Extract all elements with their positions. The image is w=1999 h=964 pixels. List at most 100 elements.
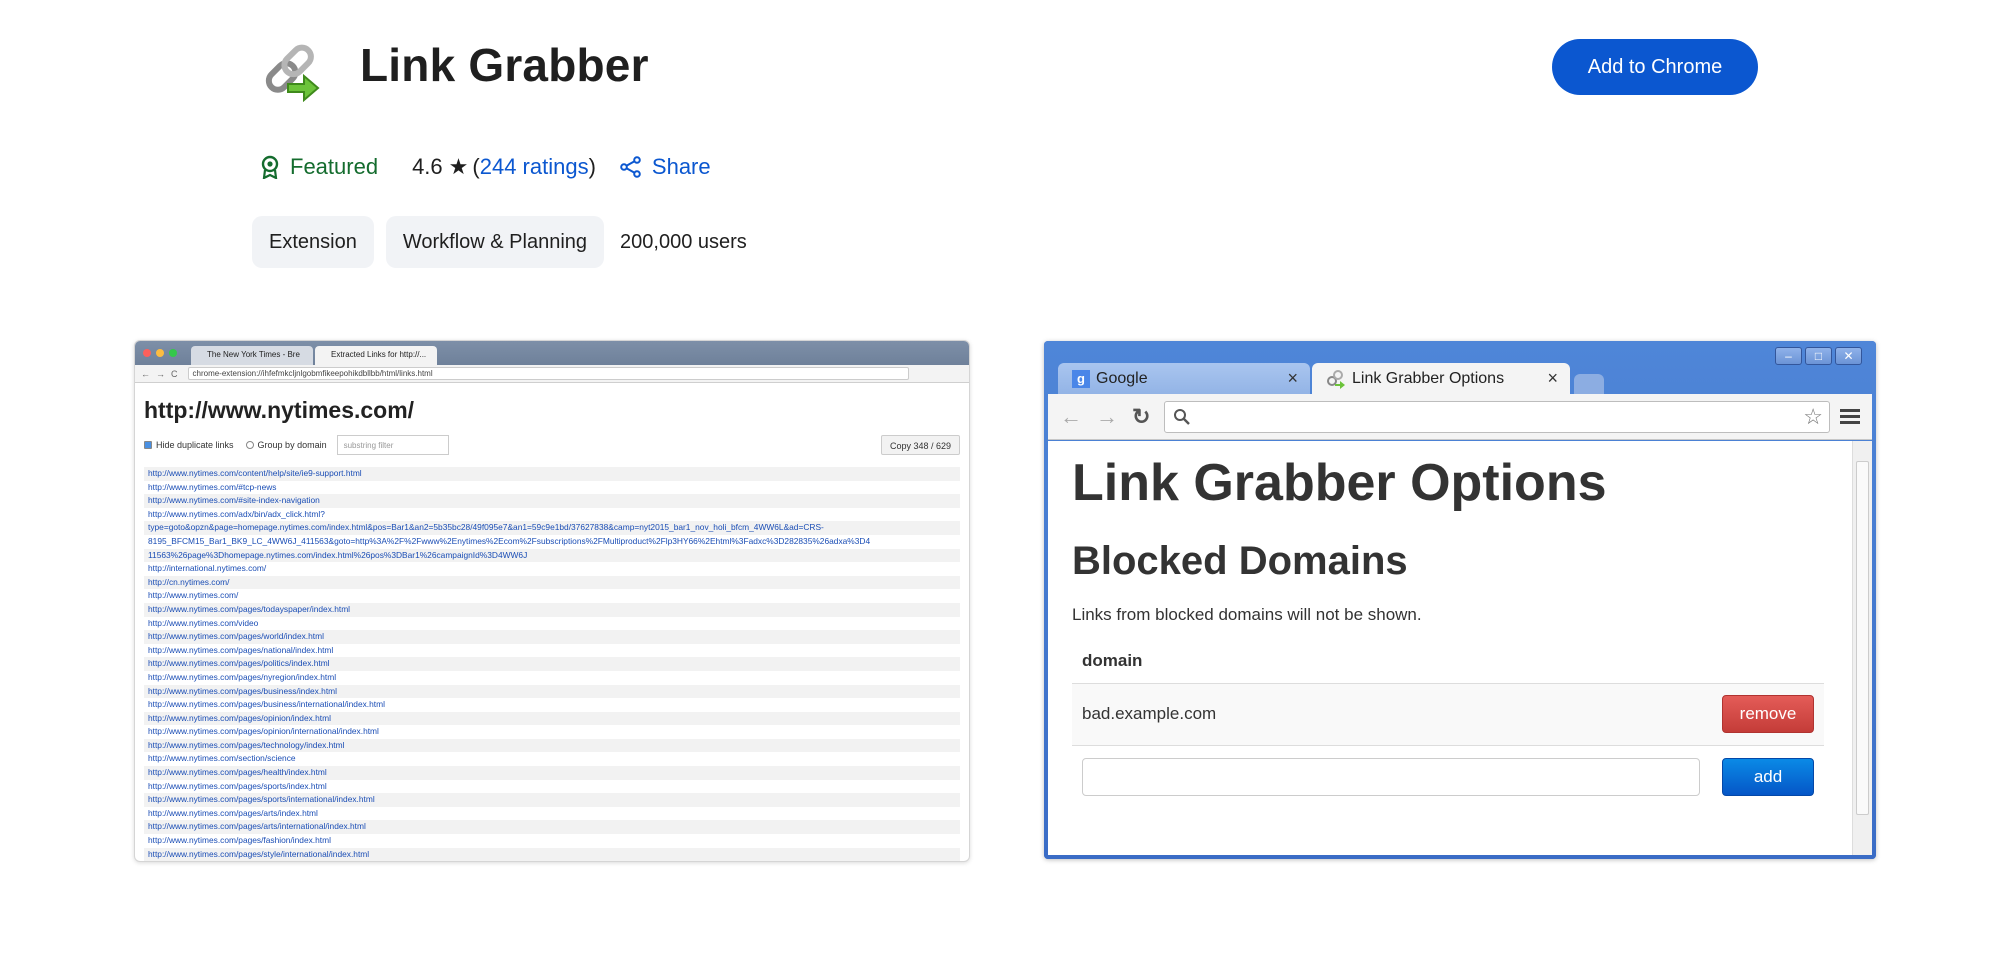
share-button[interactable]: Share xyxy=(620,154,711,180)
extension-title: Link Grabber xyxy=(360,39,649,91)
s1-page-body: http://www.nytimes.com/ Hide duplicate l… xyxy=(135,383,969,861)
copy-button: Copy 348 / 629 xyxy=(880,435,960,455)
featured-badge-icon xyxy=(261,155,279,179)
link-list-item: http://www.nytimes.com/pages/politics/in… xyxy=(144,657,960,671)
link-list-item: http://www.nytimes.com/pages/fashion/ind… xyxy=(148,835,331,846)
rating-close-paren: ) xyxy=(588,154,596,179)
hide-duplicates-checkbox xyxy=(144,441,152,449)
link-list-item: http://www.nytimes.com/pages/sports/inte… xyxy=(144,793,960,807)
link-list-item: http://www.nytimes.com/pages/world/index… xyxy=(144,630,960,644)
link-list-item: 11563%26page%3Dhomepage.nytimes.com/inde… xyxy=(144,548,960,563)
link-list-item: http://www.nytimes.com/content/help/site… xyxy=(144,467,960,481)
forward-icon: → xyxy=(1096,403,1118,429)
new-domain-input xyxy=(1082,758,1700,796)
s2-heading: Link Grabber Options xyxy=(1072,454,1607,512)
minimize-dot-icon xyxy=(156,349,164,357)
link-list-item: http://www.nytimes.com/pages/technology/… xyxy=(144,738,960,753)
screenshot-options-page[interactable]: – □ ✕ g Google × Link Grabber Options × … xyxy=(1044,341,1876,859)
tab-close-icon: × xyxy=(1287,368,1298,388)
link-list-item: http://www.nytimes.com/pages/health/inde… xyxy=(144,766,960,780)
link-list-item: http://www.nytimes.com/pages/opinion/int… xyxy=(148,726,379,737)
add-to-chrome-button[interactable]: Add to Chrome xyxy=(1552,39,1758,95)
link-list-item: http://www.nytimes.com/pages/business/in… xyxy=(148,699,385,710)
link-list-item: http://www.nytimes.com/pages/opinion/ind… xyxy=(144,711,960,726)
search-icon xyxy=(1174,408,1191,425)
s2-window-buttons: – □ ✕ xyxy=(1775,347,1862,365)
s2-scrollbar-thumb xyxy=(1856,461,1869,815)
link-list-item: http://www.nytimes.com/pages/national/in… xyxy=(148,644,334,655)
minimize-icon: – xyxy=(1775,347,1802,365)
link-list-item: http://www.nytimes.com/#site-index-navig… xyxy=(144,494,960,508)
maximize-dot-icon xyxy=(169,349,177,357)
reload-icon: ↻ xyxy=(1132,403,1151,429)
link-list-item: http://www.nytimes.com/#tcp-news xyxy=(148,481,277,492)
s2-toolbar: ← → ↻ ☆ xyxy=(1048,394,1872,440)
link-list-item: http://www.nytimes.com/pages/business/in… xyxy=(144,684,960,699)
google-icon: g xyxy=(1072,369,1090,388)
hide-duplicates-label: Hide duplicate links xyxy=(156,440,234,450)
s2-subheading: Blocked Domains xyxy=(1072,539,1408,583)
s2-tab-google: g Google × xyxy=(1058,363,1310,394)
link-list-item: 8195_BFCM15_Bar1_BK9_LC_4WW6J_411563&got… xyxy=(148,535,871,546)
rating-value: 4.6 xyxy=(412,154,443,179)
link-list-item: http://www.nytimes.com/pages/todayspaper… xyxy=(144,602,960,617)
chip-category[interactable]: Workflow & Planning xyxy=(385,216,605,268)
s2-page-content: Link Grabber Options Blocked Domains Lin… xyxy=(1048,441,1852,855)
menu-icon xyxy=(1840,406,1860,427)
s1-controls: Hide duplicate links Group by domain sub… xyxy=(144,434,960,456)
s1-tab-nytimes: The New York Times - Bre xyxy=(191,346,313,365)
add-domain-row: add xyxy=(1072,745,1824,807)
rating: 4.6 ★ (244 ratings) xyxy=(412,154,596,180)
link-list-item: http://cn.nytimes.com/ xyxy=(144,575,960,590)
extension-logo-icon xyxy=(258,34,326,103)
user-count: 200,000 users xyxy=(620,230,747,253)
s1-link-list: http://www.nytimes.com/content/help/site… xyxy=(144,467,960,861)
maximize-icon: □ xyxy=(1805,347,1832,365)
s1-tab-extracted: Extracted Links for http://... xyxy=(315,346,437,365)
link-list-item: http://international.nytimes.com/ xyxy=(148,563,267,574)
link-list-item: type=goto&opzn&page=homepage.nytimes.com… xyxy=(144,521,960,535)
substring-filter-input: substring filter xyxy=(336,435,449,455)
new-tab-icon xyxy=(1574,374,1604,394)
tab-close-icon: × xyxy=(1547,368,1558,388)
remove-domain-button: remove xyxy=(1722,695,1814,733)
link-list-item: http://www.nytimes.com/video xyxy=(148,617,259,628)
featured-badge[interactable]: Featured xyxy=(260,154,378,180)
back-icon: ← xyxy=(1060,403,1082,429)
group-by-domain-radio xyxy=(245,441,254,449)
link-list-item: http://www.nytimes.com/pages/nyregion/in… xyxy=(148,671,337,682)
s2-tab-options: Link Grabber Options × xyxy=(1312,363,1570,394)
link-list-item: http://www.nytimes.com/ xyxy=(148,590,239,601)
s1-tab-bar: The New York Times - Bre Extracted Links… xyxy=(135,341,969,365)
domain-column-header: domain xyxy=(1082,651,1143,670)
link-grabber-tab-icon xyxy=(1327,369,1345,389)
close-dot-icon xyxy=(143,349,151,357)
share-icon xyxy=(620,156,641,178)
close-icon: ✕ xyxy=(1835,347,1862,365)
star-icon: ★ xyxy=(448,154,469,179)
chip-extension[interactable]: Extension xyxy=(252,216,374,268)
s2-tab-google-label: Google xyxy=(1096,369,1148,387)
s1-heading: http://www.nytimes.com/ xyxy=(144,397,415,423)
featured-label: Featured xyxy=(290,154,379,179)
link-list-item: http://www.nytimes.com/pages/arts/intern… xyxy=(144,820,960,835)
rating-open-paren: ( xyxy=(472,154,480,179)
link-list-item: http://www.nytimes.com/pages/arts/index.… xyxy=(148,807,318,818)
back-icon: ← xyxy=(141,368,150,379)
screenshot-links-page[interactable]: The New York Times - Bre Extracted Links… xyxy=(134,340,970,862)
link-list-item: http://www.nytimes.com/adx/bin/adx_click… xyxy=(148,508,325,519)
s1-window-controls xyxy=(143,349,177,357)
link-list-item: http://www.nytimes.com/section/science xyxy=(148,753,296,764)
reload-icon: C xyxy=(171,368,178,379)
ratings-link[interactable]: 244 ratings xyxy=(480,154,589,180)
chips-row: Extension Workflow & Planning 200,000 us… xyxy=(252,216,747,268)
blocked-domain: bad.example.com xyxy=(1082,704,1217,723)
s1-url-bar: chrome-extension://ihfefmkcljnlgobmfikee… xyxy=(187,367,909,380)
bookmark-star-icon: ☆ xyxy=(1803,403,1823,429)
s2-scrollbar xyxy=(1852,441,1872,855)
forward-icon: → xyxy=(156,368,165,379)
meta-row: Featured 4.6 ★ (244 ratings) Share xyxy=(260,150,711,184)
group-by-domain-label: Group by domain xyxy=(257,440,327,450)
s2-description: Links from blocked domains will not be s… xyxy=(1072,605,1422,624)
blocked-domain-row: bad.example.com remove xyxy=(1072,683,1824,745)
